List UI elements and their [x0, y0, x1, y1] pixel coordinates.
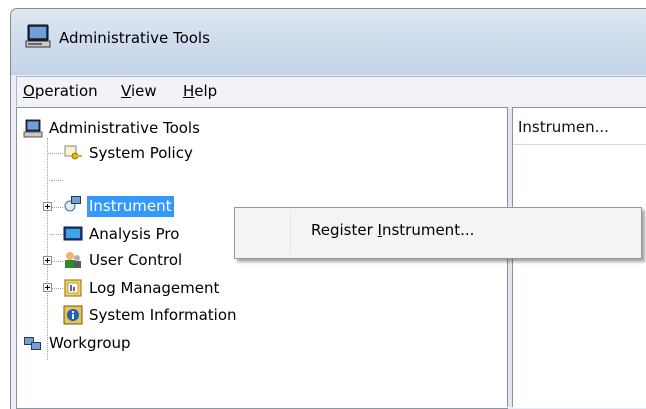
menu-help[interactable]: Help: [183, 82, 217, 100]
instrument-network-icon: [64, 196, 81, 212]
window-title: Administrative Tools: [59, 29, 210, 47]
menu-operation[interactable]: Operation: [23, 82, 98, 100]
tree-label: System Policy: [89, 144, 193, 162]
expand-toggle[interactable]: [43, 202, 52, 211]
tree-label: Log Management: [89, 279, 220, 297]
monitor-icon: [63, 226, 83, 241]
tree-label: Instrument: [87, 196, 174, 217]
column-header[interactable]: Instrumen...: [513, 108, 646, 145]
column-header-label: Instrumen...: [518, 118, 609, 136]
menu-separator: [290, 212, 291, 254]
tree-label: Workgroup: [49, 334, 131, 352]
menu-bar: Operation View Help: [16, 76, 646, 106]
expand-toggle[interactable]: [43, 256, 52, 265]
tree-connector: [47, 138, 49, 360]
tree-connector: [51, 261, 63, 263]
computer-icon: [23, 119, 43, 138]
tree-connector: [47, 153, 63, 155]
tree-label: User Control: [89, 251, 183, 269]
title-bar[interactable]: Administrative Tools: [11, 9, 646, 75]
computer-icon: [25, 24, 51, 48]
menu-item-register-instrument[interactable]: Register Instrument...: [311, 221, 474, 239]
expand-toggle[interactable]: [43, 283, 52, 292]
key-policy-icon: [64, 145, 82, 160]
info-icon: [63, 305, 83, 325]
tree-connector: [51, 180, 63, 182]
users-icon: [65, 252, 81, 268]
menu-view[interactable]: View: [121, 82, 157, 100]
tree-label: Administrative Tools: [49, 119, 200, 137]
workgroup-icon: [24, 337, 41, 350]
log-folder-icon: [64, 279, 82, 297]
tree-label: Analysis Pro: [89, 225, 180, 243]
tree-label: System Information: [89, 306, 237, 324]
tree-connector: [51, 234, 63, 236]
context-menu: Register Instrument...: [234, 207, 642, 259]
